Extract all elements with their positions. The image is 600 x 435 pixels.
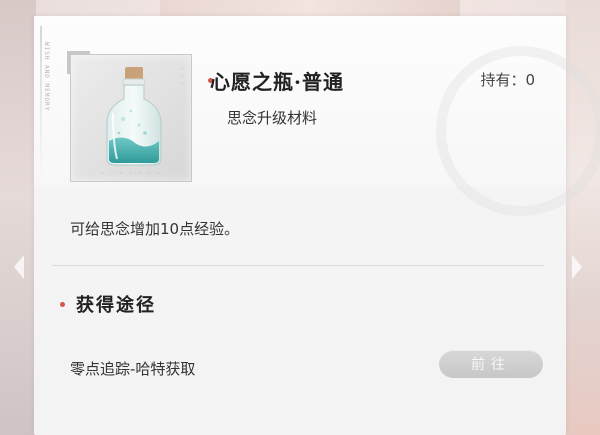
item-description: 可给思念增加10点经验。 xyxy=(70,220,240,238)
acquire-source-label: 零点追踪-哈特获取 xyxy=(70,360,196,378)
thumbnail-tag: · · · xyxy=(178,67,185,86)
decorative-line xyxy=(40,26,42,176)
divider xyxy=(52,265,544,266)
item-name: 心愿之瓶·普通 xyxy=(210,70,344,94)
go-button[interactable]: 前往 xyxy=(439,350,543,378)
background-left xyxy=(0,0,36,435)
acquire-section-title: 获得途径 xyxy=(76,295,156,316)
wish-bottle-icon xyxy=(106,67,162,166)
thumbnail-footer: · · · · · · · xyxy=(101,170,161,177)
item-thumbnail: · · · · · · · · · · xyxy=(67,51,192,182)
item-detail-panel: WISH AND MEMORY · · · · · · · · · · 心愿之瓶… xyxy=(34,16,600,435)
item-type: 思念升级材料 xyxy=(227,109,318,127)
owned-count: 持有：0 xyxy=(480,71,535,89)
previous-arrow-icon[interactable] xyxy=(14,255,24,279)
decorative-text: WISH AND MEMORY xyxy=(43,42,50,112)
thumbnail-corner xyxy=(67,51,90,74)
section-bullet-dot xyxy=(60,302,65,307)
next-arrow-icon[interactable] xyxy=(572,255,582,279)
